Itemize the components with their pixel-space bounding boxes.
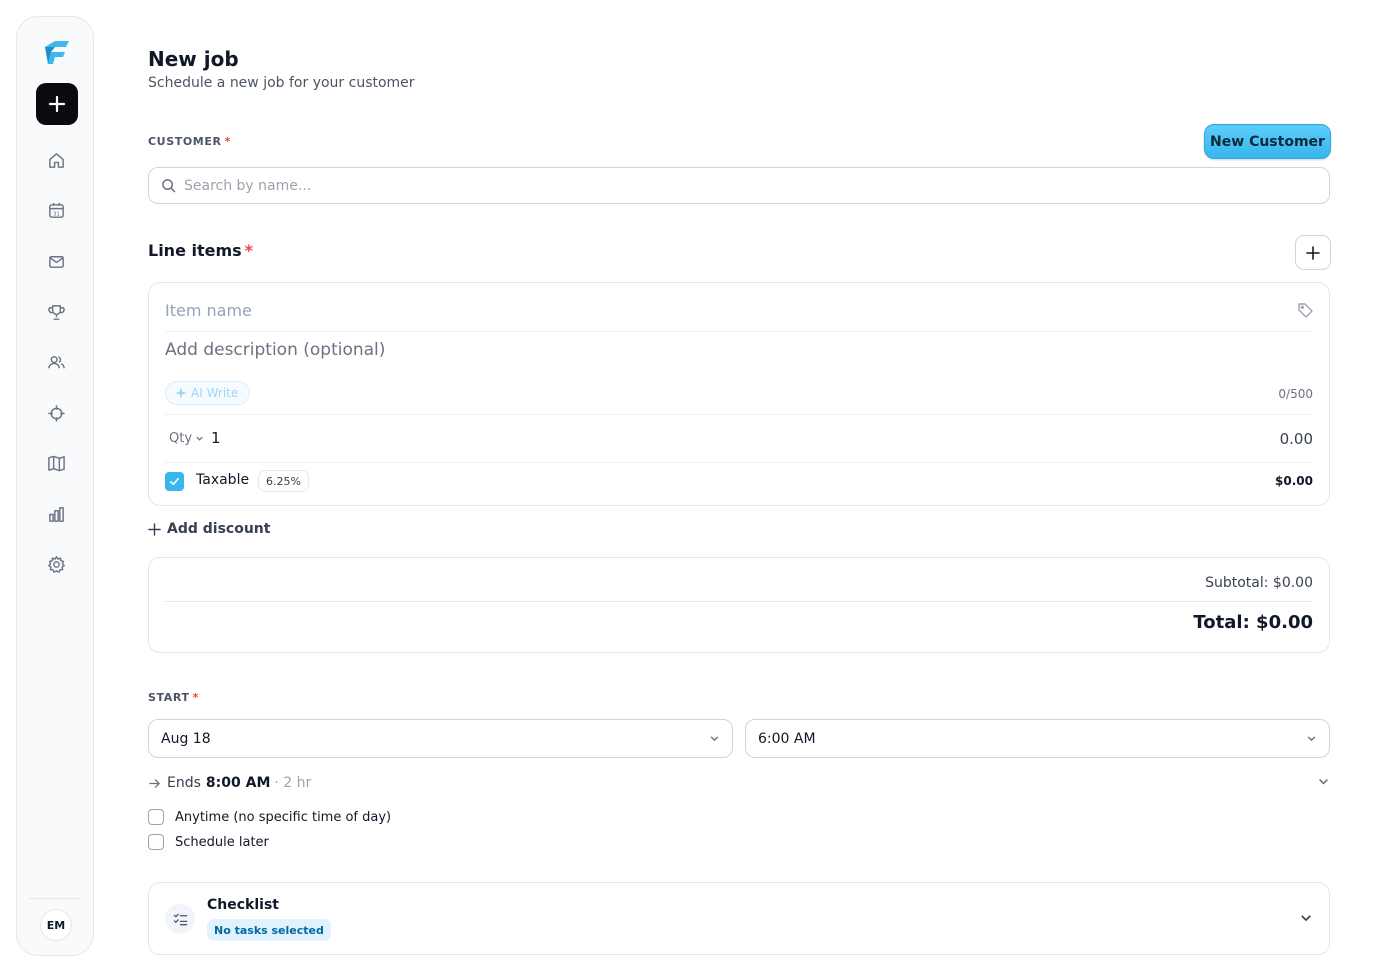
end-time-row[interactable]: Ends 8:00 AM · 2 hr	[148, 773, 1330, 793]
sidebar-item-targets[interactable]	[45, 402, 67, 424]
chevron-down-icon	[710, 736, 719, 742]
ends-duration: · 2 hr	[274, 775, 312, 791]
sidebar-divider	[29, 898, 81, 899]
add-discount-button[interactable]: Add discount	[148, 521, 270, 537]
sidebar: 31 EM	[16, 16, 94, 956]
settings-icon	[47, 555, 65, 573]
customer-label-text: CUSTOMER	[148, 135, 222, 148]
plus-icon	[48, 95, 66, 113]
chevron-down-icon[interactable]	[1299, 911, 1313, 925]
plus-icon	[1306, 245, 1320, 260]
chevron-down-icon[interactable]	[1317, 775, 1330, 788]
qty-unit-select[interactable]: Qty	[169, 431, 204, 446]
divider	[165, 601, 1313, 602]
home-icon	[48, 152, 64, 168]
taxable-label: Taxable	[196, 472, 250, 488]
start-date-select[interactable]: Aug 18	[148, 719, 733, 758]
subtotal: Subtotal: $0.00	[1205, 575, 1313, 591]
sidebar-item-home[interactable]	[45, 149, 67, 171]
line-item-card: Item name Add description (optional) AI …	[148, 282, 1330, 506]
checklist-card[interactable]: Checklist No tasks selected	[148, 882, 1330, 955]
taxable-checkbox[interactable]	[165, 472, 184, 491]
calendar-icon: 31	[48, 202, 64, 218]
chevron-down-icon	[196, 436, 203, 441]
total: Total: $0.00	[1193, 612, 1313, 633]
ai-write-button[interactable]: AI Write	[165, 381, 251, 405]
svg-text:31: 31	[53, 211, 60, 217]
ends-prefix: Ends	[167, 775, 201, 791]
new-customer-button[interactable]: New Customer	[1204, 124, 1331, 159]
sidebar-item-calendar[interactable]: 31	[45, 199, 67, 221]
totals-card: Subtotal: $0.00 Total: $0.00	[148, 557, 1330, 653]
line-items-title-text: Line items	[148, 241, 242, 260]
trophy-icon	[47, 304, 65, 320]
required-mark: *	[244, 241, 254, 260]
item-name-input[interactable]: Item name	[165, 301, 252, 320]
unit-price-input[interactable]: 0.00	[1280, 430, 1313, 448]
sidebar-item-messages[interactable]	[45, 250, 67, 272]
start-label: START *	[148, 691, 199, 704]
start-date-value: Aug 18	[161, 730, 211, 747]
bar-chart-icon	[48, 506, 64, 522]
user-avatar[interactable]: EM	[40, 909, 72, 941]
sidebar-item-settings[interactable]	[45, 553, 67, 575]
add-line-item-button[interactable]	[1295, 235, 1331, 270]
start-time-value: 6:00 AM	[758, 730, 816, 747]
page-title: New job	[148, 47, 239, 71]
qty-label: Qty	[169, 431, 193, 446]
check-icon	[170, 477, 179, 486]
item-description-input[interactable]: Add description (optional)	[165, 340, 385, 360]
start-time-select[interactable]: 6:00 AM	[745, 719, 1330, 758]
divider	[165, 414, 1313, 415]
char-count: 0/500	[1278, 387, 1313, 401]
ai-write-label: AI Write	[191, 386, 239, 400]
customer-search[interactable]	[148, 167, 1330, 204]
qty-input[interactable]: 1	[211, 429, 221, 447]
sparkle-icon	[175, 387, 187, 399]
sidebar-item-rewards[interactable]	[45, 301, 67, 323]
customer-label: CUSTOMER *	[148, 135, 231, 148]
line-items-title: Line items *	[148, 241, 253, 260]
search-icon	[162, 179, 176, 193]
checklist-status-badge: No tasks selected	[207, 919, 331, 941]
add-discount-label: Add discount	[167, 521, 271, 537]
customer-search-input[interactable]	[184, 177, 1284, 194]
chevron-down-icon	[1307, 736, 1316, 742]
users-icon	[47, 355, 65, 368]
sidebar-item-customers[interactable]	[45, 351, 67, 373]
plus-icon	[148, 522, 161, 536]
required-mark: *	[192, 691, 199, 704]
schedule-later-label: Schedule later	[175, 834, 269, 850]
required-mark: *	[224, 135, 231, 148]
anytime-label: Anytime (no specific time of day)	[175, 809, 392, 825]
checklist-title: Checklist	[207, 897, 279, 913]
app-logo[interactable]	[41, 37, 71, 67]
ends-time: 8:00 AM	[205, 775, 271, 791]
crosshair-icon	[47, 404, 65, 422]
mail-icon	[48, 255, 64, 268]
schedule-later-checkbox[interactable]	[148, 834, 164, 850]
arrow-right-icon	[149, 778, 160, 788]
sidebar-item-reports[interactable]	[45, 503, 67, 525]
anytime-option[interactable]: Anytime (no specific time of day)	[148, 809, 391, 825]
map-icon	[47, 455, 65, 471]
sidebar-item-map[interactable]	[45, 452, 67, 474]
divider	[165, 462, 1313, 463]
tax-rate-badge[interactable]: 6.25%	[258, 470, 309, 492]
divider	[165, 331, 1313, 332]
page-subtitle: Schedule a new job for your customer	[148, 75, 415, 91]
schedule-later-option[interactable]: Schedule later	[148, 834, 269, 850]
tag-icon[interactable]	[1297, 302, 1313, 322]
start-label-text: START	[148, 691, 190, 704]
create-button[interactable]	[36, 83, 78, 125]
anytime-checkbox[interactable]	[148, 809, 164, 825]
tax-amount: $0.00	[1275, 474, 1313, 488]
checklist-icon	[165, 904, 195, 934]
